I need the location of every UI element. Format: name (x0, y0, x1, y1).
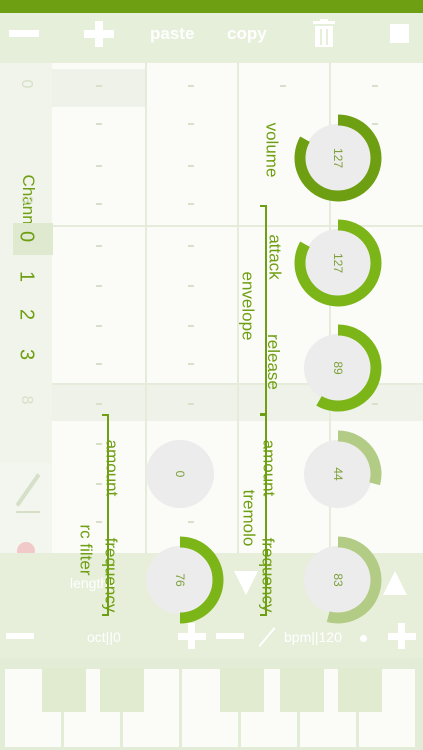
slash-icon (258, 627, 276, 647)
envelope-label: envelope (238, 271, 258, 341)
attack-value: 127 (331, 253, 345, 273)
rc-amount-value: 0 (173, 471, 187, 478)
release-value: 89 (331, 361, 345, 375)
rc-amount-knob[interactable]: 0 (130, 424, 230, 524)
release-dial[interactable]: 89 (288, 318, 388, 418)
black-key[interactable] (220, 668, 264, 712)
rc-filter-label: rc filter (76, 524, 96, 576)
trash-icon[interactable] (313, 19, 335, 47)
paste-button[interactable]: paste (150, 24, 194, 44)
rc-frequency-value: 76 (173, 573, 187, 587)
tremolo-bracket (260, 414, 267, 616)
tremolo-frequency-knob[interactable]: 83 (288, 530, 388, 630)
channel-option-3[interactable]: 3 (15, 329, 38, 381)
rc-frequency-dial[interactable]: 76 (130, 530, 230, 630)
black-key[interactable] (338, 668, 382, 712)
stop-icon[interactable] (390, 24, 409, 43)
release-knob[interactable]: 89 (288, 318, 388, 418)
rc-frequency-knob[interactable]: 76 (130, 530, 230, 630)
tremolo-label: tremolo (239, 489, 259, 547)
tremolo-amount-value: 44 (331, 467, 345, 481)
attack-knob[interactable]: 127 (288, 213, 388, 313)
oct-label: oct||0 (87, 629, 121, 645)
minus-icon[interactable] (9, 30, 39, 37)
rc-amount-dial[interactable]: 0 (130, 424, 230, 524)
volume-dial[interactable]: 127 (288, 108, 388, 208)
channel-number: 8 (18, 395, 35, 405)
tremolo-frequency-value: 83 (331, 573, 345, 587)
dot-icon (360, 635, 367, 642)
bpm-plus-icon[interactable] (388, 623, 416, 649)
channel-number: 0 (18, 79, 35, 89)
triangle-down-icon[interactable] (234, 571, 258, 595)
black-key[interactable] (280, 668, 324, 712)
volume-label: volume (262, 122, 282, 178)
oct-minus-icon[interactable] (6, 633, 34, 639)
top-accent-strip (0, 0, 423, 13)
pencil-icon[interactable] (14, 467, 42, 515)
tremolo-amount-knob[interactable]: 44 (288, 424, 388, 524)
volume-value: 127 (331, 148, 345, 168)
plus-icon[interactable] (84, 21, 114, 47)
envelope-bracket (260, 205, 267, 415)
tremolo-frequency-dial[interactable]: 83 (288, 530, 388, 630)
channel-panel: 0 Channel || 3 0 1 2 3 8 (0, 63, 53, 578)
bpm-minus-icon[interactable] (216, 633, 244, 639)
volume-knob[interactable]: 127 (288, 108, 388, 208)
tremolo-amount-dial[interactable]: 44 (288, 424, 388, 524)
copy-button[interactable]: copy (227, 24, 267, 44)
attack-label: attack (265, 234, 285, 280)
bpm-label: bpm||120 (284, 629, 342, 645)
black-key[interactable] (100, 668, 144, 712)
attack-dial[interactable]: 127 (288, 213, 388, 313)
rc-filter-bracket (102, 414, 109, 616)
black-key[interactable] (42, 668, 86, 712)
toolbar (0, 13, 423, 63)
